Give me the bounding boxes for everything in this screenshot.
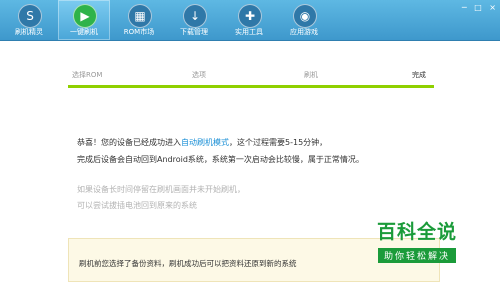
toolbar-item-tools[interactable]: ✚ 实用工具 — [223, 0, 275, 40]
toolbar-item-label: ROM市场 — [123, 28, 155, 36]
progress-bar — [68, 85, 434, 88]
toolbar-item-label: 一键刷机 — [70, 28, 98, 36]
toolbar-item-label: 应用游戏 — [290, 28, 318, 36]
toolbar-item-rom-market[interactable]: ▦ ROM市场 — [113, 0, 165, 40]
message-text: ，这个过程需要5-15分钟， — [229, 138, 328, 147]
play-icon: ▶ — [73, 4, 97, 28]
close-button[interactable]: × — [489, 3, 496, 12]
backup-notice-text: 刷机前您选择了备份资料，刷机成功后可以把资料还原到新的系统 — [79, 259, 297, 268]
step-select-rom: 选择ROM — [72, 71, 103, 79]
toolbar-item-download-manager[interactable]: ↓ 下载管理 — [168, 0, 220, 40]
step-options: 选项 — [192, 71, 206, 79]
toolbar-item-label: 刷机精灵 — [15, 28, 43, 36]
toolbar-item-one-click-flash[interactable]: ▶ 一键刷机 — [58, 0, 110, 40]
watermark-subtitle: 助你轻松解决 — [377, 248, 456, 263]
step-flash: 刷机 — [304, 71, 318, 79]
top-toolbar: S 刷机精灵 ▶ 一键刷机 ▦ ROM市场 ↓ 下载管理 ✚ 实用工具 ◉ 应用… — [0, 0, 500, 41]
toolbar-item-label: 下载管理 — [180, 28, 208, 36]
watermark: 百科全说 助你轻松解决 — [362, 220, 472, 263]
step-complete: 完成 — [412, 71, 426, 79]
success-message-line-1: 恭喜！您的设备已经成功进入自动刷机模式，这个过程需要5-15分钟， — [77, 137, 327, 148]
minimize-button[interactable]: ─ — [462, 3, 467, 12]
hint-line-2: 可以尝试拔插电池回到原来的系统 — [77, 201, 197, 210]
message-text: 恭喜！您的设备已经成功进入 — [77, 138, 181, 147]
toolbar-item-flash-wizard[interactable]: S 刷机精灵 — [3, 0, 55, 40]
toolbar-item-apps-games[interactable]: ◉ 应用游戏 — [278, 0, 330, 40]
maximize-button[interactable]: □ — [474, 3, 482, 12]
hint-line-1: 如果设备长时间停留在刷机画面并未开始刷机， — [77, 185, 245, 194]
apps-icon: ◉ — [293, 4, 317, 28]
tools-icon: ✚ — [238, 4, 262, 28]
window-controls: ─ □ × — [457, 3, 496, 12]
logo-icon: S — [18, 4, 42, 28]
toolbar-item-label: 实用工具 — [235, 28, 263, 36]
auto-flash-mode-link[interactable]: 自动刷机模式 — [181, 138, 229, 147]
watermark-title: 百科全说 — [376, 221, 457, 243]
success-message-line-2: 完成后设备会自动回到Android系统，系统第一次启动会比较慢，属于正常情况。 — [77, 155, 364, 164]
rom-market-icon: ▦ — [128, 4, 152, 28]
download-icon: ↓ — [183, 4, 207, 28]
